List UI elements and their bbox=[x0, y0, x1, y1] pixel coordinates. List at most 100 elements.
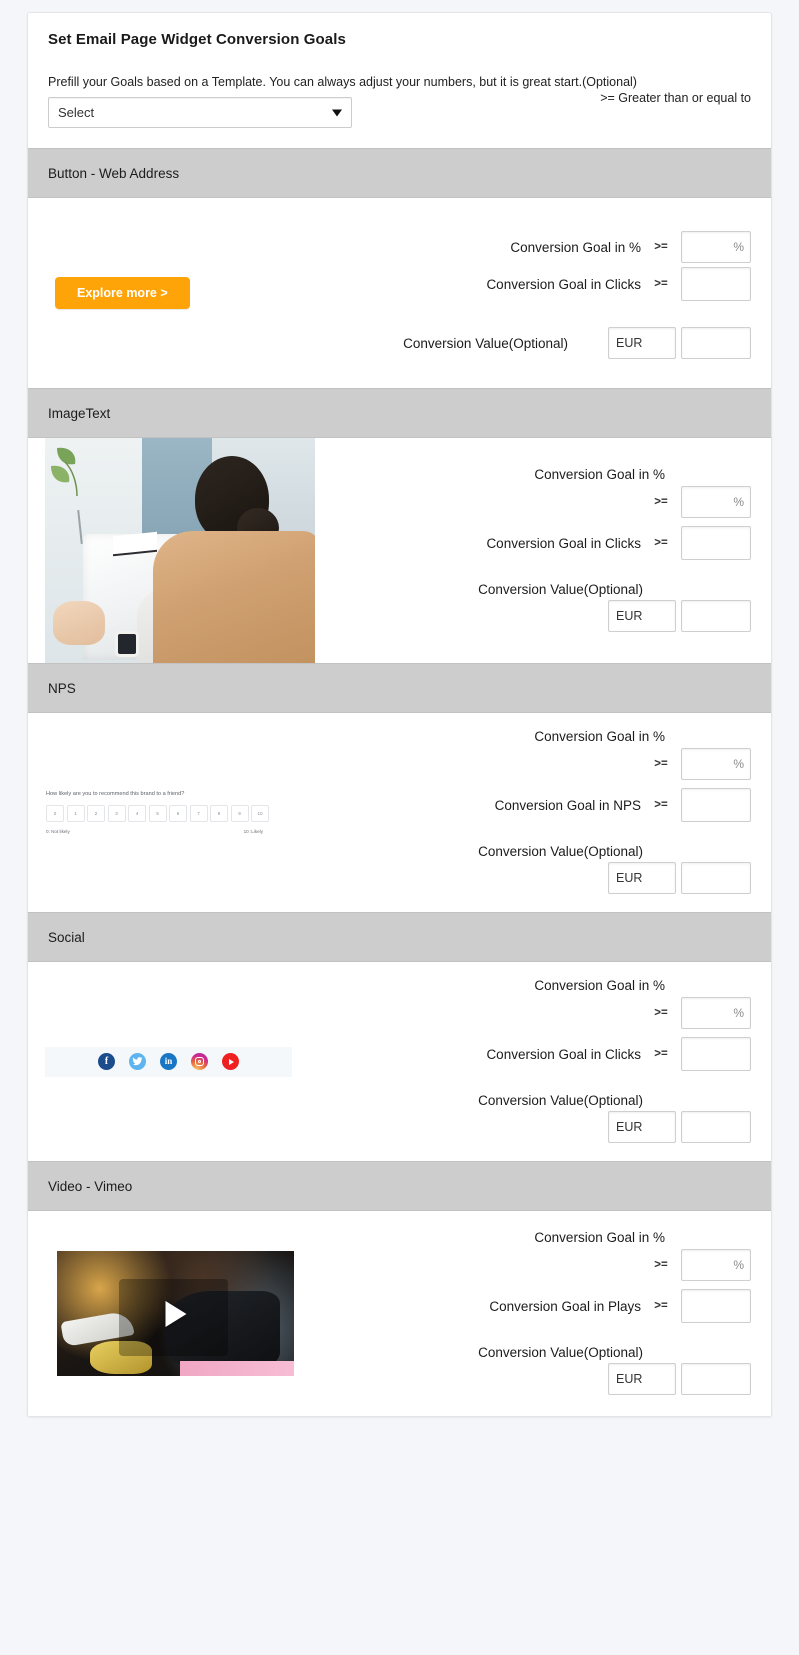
currency-input[interactable] bbox=[608, 1111, 676, 1144]
preview-image-shopping bbox=[45, 438, 315, 664]
nps-question: How likely are you to recommend this bra… bbox=[46, 791, 185, 798]
goal-nps-label: Conversion Goal in NPS bbox=[494, 797, 641, 813]
linkedin-icon[interactable]: in bbox=[160, 1053, 177, 1071]
facebook-icon[interactable]: f bbox=[98, 1053, 115, 1071]
play-icon[interactable] bbox=[165, 1300, 186, 1327]
goal-clicks-row: Conversion Goal in Clicks >= bbox=[318, 1037, 751, 1072]
goal-percent-input[interactable] bbox=[681, 748, 751, 781]
currency-input[interactable] bbox=[608, 327, 676, 360]
currency-input[interactable] bbox=[608, 862, 676, 895]
video-widget-preview bbox=[28, 1211, 318, 1416]
goal-percent-input[interactable] bbox=[681, 231, 751, 264]
prefill-description: Prefill your Goals based on a Template. … bbox=[48, 75, 637, 89]
nps-score-7[interactable]: 7 bbox=[189, 805, 208, 823]
nps-scale[interactable]: 0 1 2 3 4 5 6 7 8 9 10 bbox=[46, 805, 291, 823]
nps-score-4[interactable]: 4 bbox=[128, 805, 146, 823]
nps-score-10[interactable]: 10 bbox=[251, 805, 269, 823]
goal-fields-imagetext: Conversion Goal in % >= Conversion Goal … bbox=[318, 438, 771, 663]
goal-percent-input[interactable] bbox=[681, 1249, 751, 1282]
conversion-value-input[interactable] bbox=[681, 600, 751, 633]
social-icons-bar: f in bbox=[45, 1046, 292, 1077]
section-body-social: f in Conversion Goal in % >= % Conversio… bbox=[28, 962, 771, 1162]
conversion-value-label: Conversion Value(Optional) bbox=[478, 844, 643, 860]
template-select[interactable]: Select bbox=[48, 97, 352, 129]
goal-clicks-label: Conversion Goal in Clicks bbox=[486, 535, 641, 551]
goal-clicks-input[interactable] bbox=[681, 267, 751, 302]
section-header-nps: NPS bbox=[28, 663, 771, 714]
image-text-widget-preview bbox=[28, 438, 318, 664]
goal-clicks-row: Conversion Goal in Clicks >= bbox=[318, 267, 751, 302]
nps-score-9[interactable]: 9 bbox=[230, 805, 249, 823]
goal-clicks-label: Conversion Goal in Clicks bbox=[486, 276, 641, 292]
goal-percent-input[interactable] bbox=[681, 997, 751, 1030]
goal-percent-row: >= bbox=[318, 997, 751, 1030]
conversion-value-input[interactable] bbox=[681, 1363, 751, 1396]
youtube-icon[interactable] bbox=[222, 1053, 239, 1071]
section-header-button: Button - Web Address bbox=[28, 148, 771, 199]
nps-score-1[interactable]: 1 bbox=[66, 805, 85, 823]
plant-decoration-icon bbox=[51, 447, 78, 497]
gte-symbol: >= bbox=[654, 496, 668, 509]
prefill-row: Prefill your Goals based on a Template. … bbox=[48, 74, 751, 129]
conversion-value-label: Conversion Value(Optional) bbox=[403, 335, 568, 351]
conversion-value-label: Conversion Value(Optional) bbox=[478, 582, 643, 598]
goal-fields-button: Conversion Goal in % >= Conversion Goal … bbox=[318, 198, 771, 388]
nps-score-8[interactable]: 8 bbox=[210, 805, 228, 823]
section-body-imagetext: Conversion Goal in % >= Conversion Goal … bbox=[28, 438, 771, 664]
goal-nps-row: Conversion Goal in NPS >= bbox=[318, 788, 751, 823]
template-select-wrapper[interactable]: Select bbox=[48, 97, 352, 129]
twitter-icon[interactable] bbox=[129, 1053, 146, 1071]
goal-percent-input[interactable] bbox=[681, 486, 751, 519]
nps-high-label: 10 :Likely bbox=[243, 829, 263, 835]
nps-preview-card: How likely are you to recommend this bra… bbox=[46, 791, 291, 834]
gte-symbol: >= bbox=[654, 241, 668, 254]
goal-fields-social: Conversion Goal in % >= Conversion Goal … bbox=[318, 962, 771, 1161]
conversion-value-input[interactable] bbox=[681, 327, 751, 360]
conversion-value-row bbox=[318, 1111, 751, 1144]
nps-score-6[interactable]: 6 bbox=[169, 805, 187, 823]
gte-symbol: >= bbox=[654, 1259, 668, 1272]
preview-video-thumbnail[interactable] bbox=[57, 1251, 294, 1377]
instagram-icon[interactable] bbox=[191, 1053, 208, 1071]
conversion-value-label: Conversion Value(Optional) bbox=[478, 1093, 643, 1109]
section-body-button: Explore more > Conversion Goal in % >= C… bbox=[28, 198, 771, 389]
gte-symbol: >= bbox=[654, 758, 668, 771]
card-header: Set Email Page Widget Conversion Goals P… bbox=[28, 13, 771, 149]
nps-score-0[interactable]: 0 bbox=[46, 805, 64, 823]
button-widget-preview: Explore more > bbox=[28, 198, 318, 388]
conversion-goals-card: Set Email Page Widget Conversion Goals P… bbox=[27, 12, 772, 1418]
conversion-value-row bbox=[318, 1363, 751, 1396]
goal-plays-input[interactable] bbox=[681, 1289, 751, 1324]
goal-percent-row: >= bbox=[318, 486, 751, 519]
section-header-video: Video - Vimeo bbox=[28, 1161, 771, 1212]
social-widget-preview: f in bbox=[28, 962, 318, 1161]
nps-score-3[interactable]: 3 bbox=[107, 805, 126, 823]
goal-plays-row: Conversion Goal in Plays >= bbox=[318, 1289, 751, 1324]
gte-symbol: >= bbox=[654, 537, 668, 550]
currency-input[interactable] bbox=[608, 600, 676, 633]
section-header-imagetext: ImageText bbox=[28, 388, 771, 439]
nps-score-2[interactable]: 2 bbox=[87, 805, 105, 823]
gte-symbol: >= bbox=[654, 1300, 668, 1313]
goal-clicks-row: Conversion Goal in Clicks >= bbox=[318, 526, 751, 561]
nps-low-label: 0: Not likely bbox=[46, 829, 70, 835]
explore-more-button[interactable]: Explore more > bbox=[55, 277, 190, 310]
conversion-value-input[interactable] bbox=[681, 862, 751, 895]
goal-percent-label: Conversion Goal in % bbox=[534, 729, 665, 745]
goal-clicks-input[interactable] bbox=[681, 1037, 751, 1072]
gte-symbol: >= bbox=[654, 799, 668, 812]
goal-clicks-input[interactable] bbox=[681, 526, 751, 561]
page-title: Set Email Page Widget Conversion Goals bbox=[48, 31, 346, 48]
section-header-social: Social bbox=[28, 912, 771, 963]
nps-widget-preview: How likely are you to recommend this bra… bbox=[28, 713, 318, 912]
conversion-value-label: Conversion Value(Optional) bbox=[478, 1345, 643, 1361]
nps-score-5[interactable]: 5 bbox=[148, 805, 167, 823]
goal-percent-label: Conversion Goal in % bbox=[510, 239, 641, 255]
goal-percent-row: Conversion Goal in % >= bbox=[318, 231, 751, 264]
conversion-value-input[interactable] bbox=[681, 1111, 751, 1144]
goal-percent-label: Conversion Goal in % bbox=[534, 467, 665, 483]
gte-symbol: >= bbox=[654, 1007, 668, 1020]
goal-percent-label: Conversion Goal in % bbox=[534, 978, 665, 994]
goal-nps-input[interactable] bbox=[681, 788, 751, 823]
currency-input[interactable] bbox=[608, 1363, 676, 1396]
